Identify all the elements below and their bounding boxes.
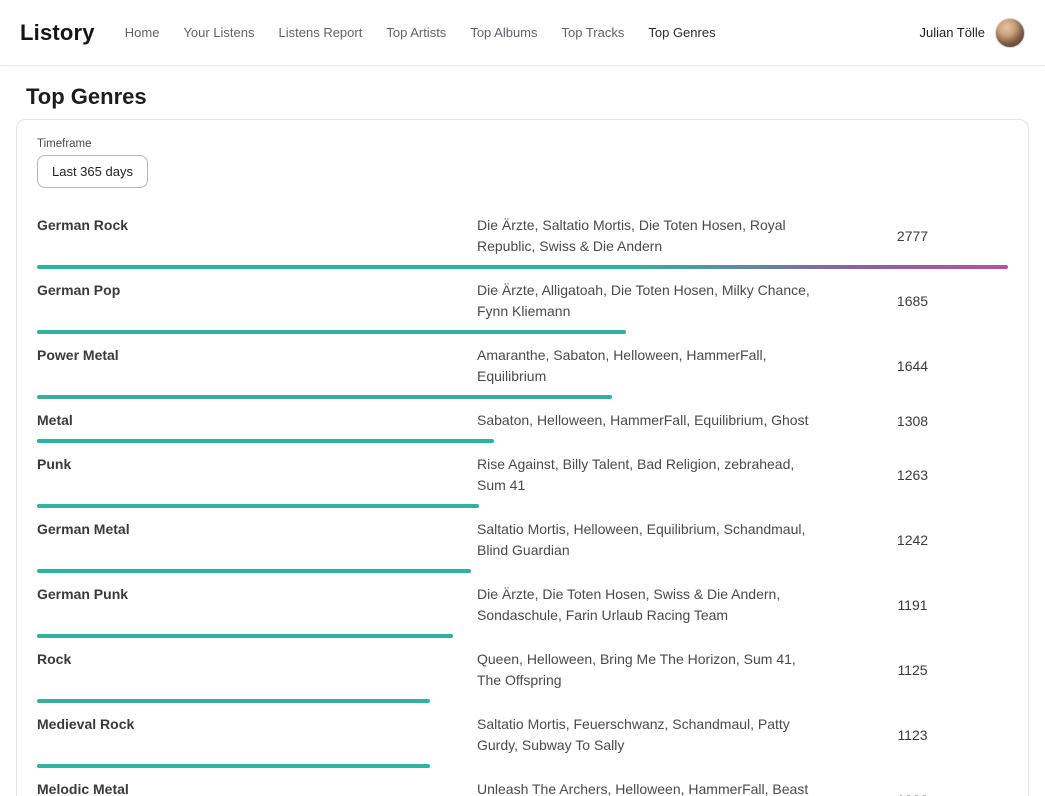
avatar[interactable] — [995, 18, 1025, 48]
nav-item-top-albums[interactable]: Top Albums — [470, 25, 537, 40]
genres-card: Timeframe Last 365 days German RockDie Ä… — [16, 119, 1029, 796]
genre-artists: Unleash The Archers, Helloween, HammerFa… — [477, 779, 817, 796]
genre-name: German Pop — [37, 280, 477, 298]
genre-name: German Punk — [37, 584, 477, 602]
row-main: RockQueen, Helloween, Bring Me The Horiz… — [37, 649, 1008, 691]
table-row: German PunkDie Ärzte, Die Toten Hosen, S… — [37, 573, 1008, 638]
row-main: PunkRise Against, Billy Talent, Bad Reli… — [37, 454, 1008, 496]
table-row: German PopDie Ärzte, Alligatoah, Die Tot… — [37, 269, 1008, 334]
row-main: Medieval RockSaltatio Mortis, Feuerschwa… — [37, 714, 1008, 756]
genre-count: 1002 — [817, 792, 1008, 796]
table-row: German RockDie Ärzte, Saltatio Mortis, D… — [37, 204, 1008, 269]
genre-artists: Rise Against, Billy Talent, Bad Religion… — [477, 454, 817, 496]
app-logo[interactable]: Listory — [20, 20, 95, 46]
genre-count: 2777 — [817, 228, 1008, 244]
top-nav: Listory Home Your Listens Listens Report To… — [0, 0, 1045, 66]
row-main: German PopDie Ärzte, Alligatoah, Die Tot… — [37, 280, 1008, 322]
table-row: PunkRise Against, Billy Talent, Bad Reli… — [37, 443, 1008, 508]
row-main: German RockDie Ärzte, Saltatio Mortis, D… — [37, 215, 1008, 257]
genre-name: German Metal — [37, 519, 477, 537]
genre-count: 1125 — [817, 662, 1008, 678]
genre-artists: Saltatio Mortis, Helloween, Equilibrium,… — [477, 519, 817, 561]
genre-name: German Rock — [37, 215, 477, 233]
genre-artists: Sabaton, Helloween, HammerFall, Equilibr… — [477, 410, 817, 431]
genre-count: 1263 — [817, 467, 1008, 483]
nav-item-top-genres[interactable]: Top Genres — [648, 25, 715, 40]
user-name[interactable]: Julian Tölle — [919, 25, 985, 40]
genre-artists: Amaranthe, Sabaton, Helloween, HammerFal… — [477, 345, 817, 387]
genre-count: 1191 — [817, 597, 1008, 613]
genre-artists: Saltatio Mortis, Feuerschwanz, Schandmau… — [477, 714, 817, 756]
timeframe-label: Timeframe — [37, 138, 1008, 150]
timeframe-group: Timeframe Last 365 days — [37, 138, 1008, 188]
genre-count: 1685 — [817, 293, 1008, 309]
table-row: Medieval RockSaltatio Mortis, Feuerschwa… — [37, 703, 1008, 768]
genre-name: Power Metal — [37, 345, 477, 363]
genre-artists: Die Ärzte, Saltatio Mortis, Die Toten Ho… — [477, 215, 817, 257]
genre-count: 1242 — [817, 532, 1008, 548]
row-main: German PunkDie Ärzte, Die Toten Hosen, S… — [37, 584, 1008, 626]
genre-artists: Die Ärzte, Die Toten Hosen, Swiss & Die … — [477, 584, 817, 626]
genre-count: 1644 — [817, 358, 1008, 374]
nav-menu: Home Your Listens Listens Report Top Artist… — [125, 25, 920, 40]
nav-item-home[interactable]: Home — [125, 25, 160, 40]
table-row: German MetalSaltatio Mortis, Helloween, … — [37, 508, 1008, 573]
genre-name: Rock — [37, 649, 477, 667]
page-title: Top Genres — [26, 84, 1045, 110]
genre-name: Metal — [37, 410, 477, 428]
timeframe-select[interactable]: Last 365 days — [37, 155, 148, 188]
genre-name: Punk — [37, 454, 477, 472]
genre-artists: Queen, Helloween, Bring Me The Horizon, … — [477, 649, 817, 691]
nav-item-top-artists[interactable]: Top Artists — [386, 25, 446, 40]
genre-count: 1123 — [817, 727, 1008, 743]
table-row: RockQueen, Helloween, Bring Me The Horiz… — [37, 638, 1008, 703]
row-main: German MetalSaltatio Mortis, Helloween, … — [37, 519, 1008, 561]
row-main: MetalSabaton, Helloween, HammerFall, Equ… — [37, 410, 1008, 431]
genre-count: 1308 — [817, 413, 1008, 429]
user-area: Julian Tölle — [919, 18, 1025, 48]
table-row: Power MetalAmaranthe, Sabaton, Helloween… — [37, 334, 1008, 399]
table-row: Melodic MetalUnleash The Archers, Hellow… — [37, 768, 1008, 796]
row-main: Power MetalAmaranthe, Sabaton, Helloween… — [37, 345, 1008, 387]
nav-item-top-tracks[interactable]: Top Tracks — [562, 25, 625, 40]
row-main: Melodic MetalUnleash The Archers, Hellow… — [37, 779, 1008, 796]
genre-name: Melodic Metal — [37, 779, 477, 796]
genre-table: German RockDie Ärzte, Saltatio Mortis, D… — [37, 204, 1008, 796]
nav-item-listens-report[interactable]: Listens Report — [279, 25, 363, 40]
genre-artists: Die Ärzte, Alligatoah, Die Toten Hosen, … — [477, 280, 817, 322]
nav-item-your-listens[interactable]: Your Listens — [183, 25, 254, 40]
genre-name: Medieval Rock — [37, 714, 477, 732]
table-row: MetalSabaton, Helloween, HammerFall, Equ… — [37, 399, 1008, 443]
